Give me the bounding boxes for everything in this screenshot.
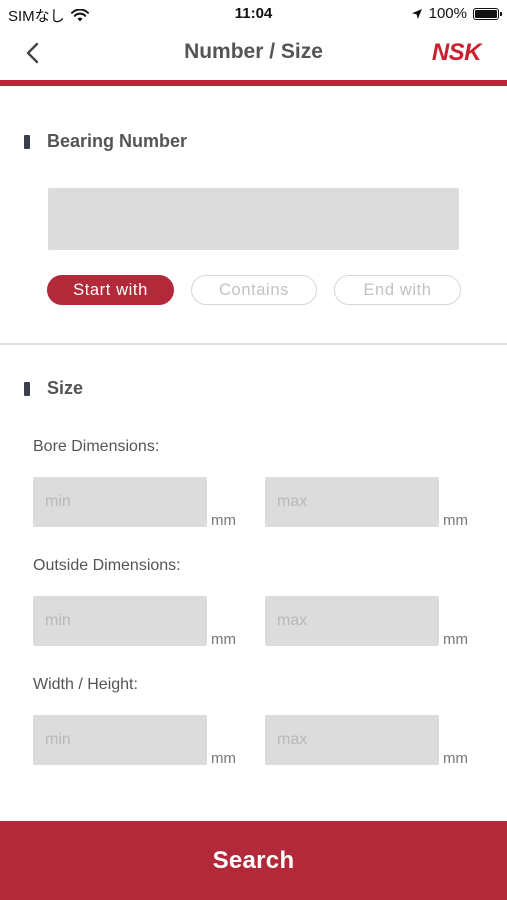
section-marker: [24, 134, 30, 149]
battery-icon: [473, 7, 502, 20]
start-with-label: Start with: [73, 280, 148, 299]
width-min-unit: mm: [211, 750, 236, 767]
bearing-number-title: Bearing Number: [47, 131, 188, 151]
search-button-label: Search: [212, 846, 295, 874]
start-with-toggle[interactable]: Start with: [47, 275, 174, 305]
header-accent-rule: [0, 80, 507, 86]
outside-max-input[interactable]: [265, 596, 439, 646]
bore-min-input[interactable]: [33, 477, 207, 527]
size-title: Size: [47, 378, 84, 398]
location-arrow-icon: [411, 8, 422, 19]
width-max-unit: mm: [443, 750, 468, 767]
search-button[interactable]: Search: [0, 821, 507, 900]
bore-min-unit: mm: [211, 512, 236, 529]
bearing-number-input[interactable]: [48, 188, 459, 250]
width-max-input[interactable]: [265, 715, 439, 765]
status-bar: SIMなし 11:04 100%: [0, 0, 507, 28]
contains-label: Contains: [219, 280, 289, 299]
bearing-number-heading: Bearing Number: [24, 131, 187, 152]
outside-min-input[interactable]: [33, 596, 207, 646]
status-right-group: 100%: [411, 5, 502, 22]
section-divider: [0, 343, 507, 345]
size-heading: Size: [24, 378, 83, 399]
outside-max-unit: mm: [443, 631, 468, 648]
nav-bar: Number / Size NSK: [0, 28, 507, 80]
nsk-logo: NSK: [431, 39, 482, 66]
end-with-toggle[interactable]: End with: [334, 275, 461, 305]
contains-toggle[interactable]: Contains: [191, 275, 317, 305]
end-with-label: End with: [363, 280, 432, 299]
bore-dimensions-label: Bore Dimensions:: [33, 438, 160, 455]
outside-dimensions-label: Outside Dimensions:: [33, 557, 181, 574]
bore-max-unit: mm: [443, 512, 468, 529]
width-height-label: Width / Height:: [33, 676, 138, 693]
battery-percent: 100%: [428, 5, 467, 22]
section-marker: [24, 381, 30, 396]
outside-min-unit: mm: [211, 631, 236, 648]
bore-max-input[interactable]: [265, 477, 439, 527]
width-min-input[interactable]: [33, 715, 207, 765]
